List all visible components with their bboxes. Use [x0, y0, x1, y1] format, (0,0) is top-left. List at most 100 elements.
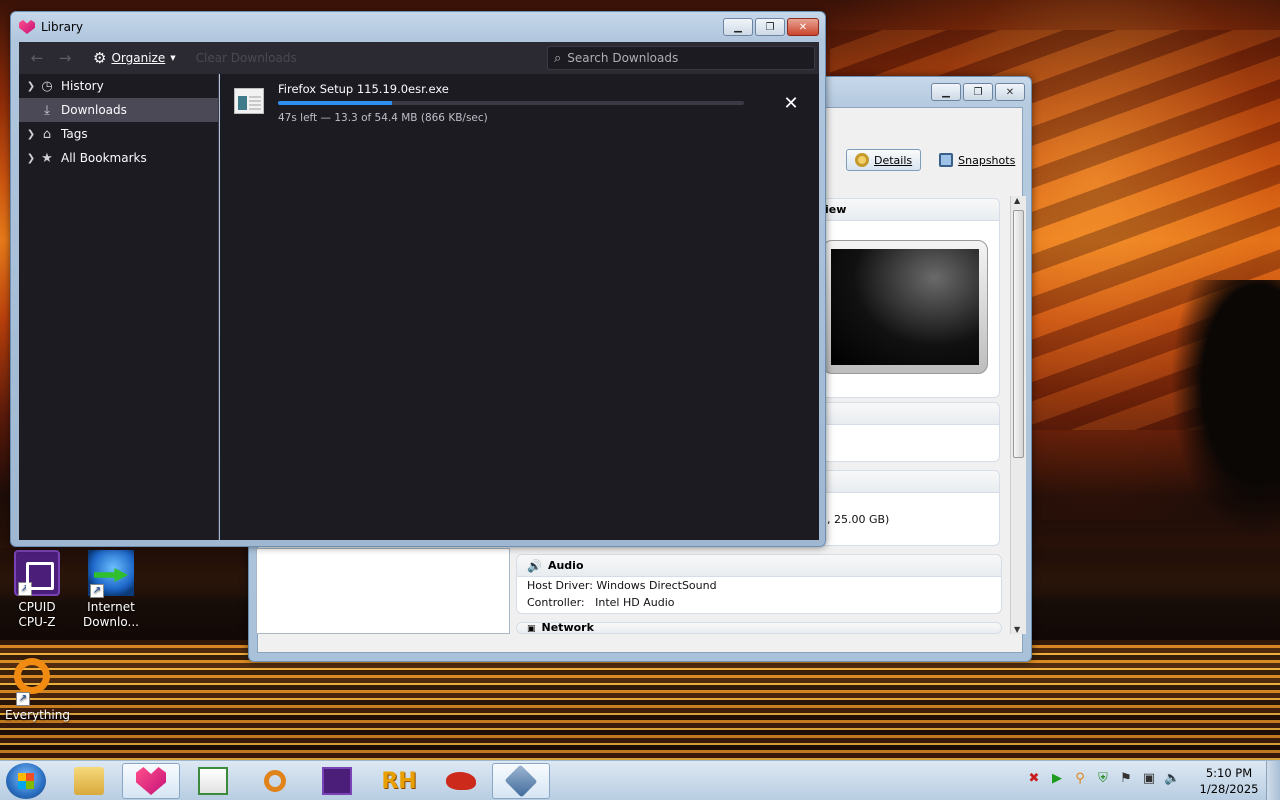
download-filename: Firefox Setup 115.19.0esr.exe: [278, 82, 449, 96]
audio-panel: 🔊 Audio Host Driver: Windows DirectSound…: [516, 554, 1002, 614]
organize-label: Organize: [111, 51, 166, 65]
chevron-right-icon[interactable]: ❯: [23, 153, 39, 164]
downloads-list: Firefox Setup 115.19.0esr.exe 47s left —…: [220, 74, 819, 540]
cancel-download-button[interactable]: ✕: [780, 92, 802, 114]
vm-list-area[interactable]: [256, 548, 510, 634]
magnifier-icon: [264, 770, 286, 792]
sidebar-item-label: History: [61, 79, 104, 93]
sidebar-item-all-bookmarks[interactable]: ❯ ★ All Bookmarks: [19, 146, 218, 170]
everything-icon: ↗: [14, 658, 60, 706]
download-progress-bar: [278, 101, 744, 105]
shortcut-arrow-icon: ↗: [18, 582, 32, 596]
clock-date: 1/28/2025: [1199, 782, 1259, 796]
gear-icon: ⚙: [93, 49, 107, 67]
tray-network-icon[interactable]: ▣: [1141, 771, 1157, 787]
window-title: Library: [41, 20, 83, 34]
snapshots-button[interactable]: Snapshots: [931, 149, 1023, 171]
download-icon: ⤓: [44, 102, 50, 118]
search-icon: ⌕: [554, 50, 562, 66]
window-caption-buttons: ▁ ❐ ✕: [723, 18, 819, 36]
desktop-icon-label: CPUID: [18, 600, 56, 614]
organize-menu-button[interactable]: ⚙ Organize ▼: [89, 46, 180, 70]
exe-file-icon: [234, 88, 264, 114]
library-window[interactable]: Library ▁ ❐ ✕ ← → ⚙ Organize ▼ Clear Dow…: [10, 11, 826, 547]
firefox-icon: [136, 767, 166, 795]
back-arrow-icon[interactable]: ←: [27, 48, 47, 68]
minimize-button[interactable]: ▁: [723, 18, 753, 36]
desktop-icon-label: Downlo...: [83, 615, 139, 629]
taskbar-clock[interactable]: 5:10 PM 1/28/2025: [1194, 765, 1264, 797]
audio-panel-title: Audio: [547, 559, 584, 572]
desktop-icon-label: CPU-Z: [18, 615, 56, 629]
sidebar-item-label: All Bookmarks: [61, 151, 147, 165]
tray-play-icon[interactable]: ▶: [1049, 771, 1065, 787]
chevron-right-icon[interactable]: ❯: [23, 129, 39, 140]
sidebar-item-history[interactable]: ❯ ◷ History: [19, 74, 218, 98]
shortcut-arrow-icon: ↗: [90, 584, 104, 598]
taskbar-virtualbox[interactable]: [492, 763, 550, 799]
tray-shield-icon[interactable]: ⛨: [1095, 771, 1111, 787]
clock-time: 5:10 PM: [1205, 766, 1253, 780]
minimize-button[interactable]: ▁: [931, 83, 961, 101]
close-button[interactable]: ✕: [787, 18, 819, 36]
download-progress-fill: [278, 101, 392, 105]
taskbar: RH ✖ ▶ ⚲ ⛨ ⚑ ▣ 🔈 5:10 PM 1/28/2025: [0, 760, 1280, 800]
sidebar-item-tags[interactable]: ❯ ⌂ Tags: [19, 122, 218, 146]
forward-arrow-icon[interactable]: →: [55, 48, 75, 68]
library-sidebar: ❯ ◷ History ⤓ Downloads ❯ ⌂ Tags ❯ ★ All…: [19, 74, 219, 540]
tray-volume-icon[interactable]: 🔈: [1164, 771, 1180, 787]
desktop-icon-cpuz[interactable]: ↗ CPUID CPU-Z: [5, 550, 69, 630]
details-label: Details: [874, 153, 913, 167]
speaker-icon: 🔊: [527, 558, 542, 573]
taskbar-explorer[interactable]: [60, 763, 118, 799]
taskbar-cpuz[interactable]: [308, 763, 366, 799]
desktop-icon-label: Everything: [5, 708, 70, 722]
shortcut-arrow-icon: ↗: [16, 692, 30, 706]
tray-flag-icon[interactable]: ⚑: [1118, 771, 1134, 787]
taskbar-pepper-app[interactable]: [432, 763, 490, 799]
star-icon: ★: [41, 150, 53, 166]
search-downloads-input[interactable]: ⌕ Search Downloads: [547, 46, 815, 70]
close-button[interactable]: ✕: [995, 83, 1025, 101]
tray-red-x-icon[interactable]: ✖: [1026, 771, 1042, 787]
gear-icon: [855, 153, 869, 167]
scroll-up-icon[interactable]: ▲: [1014, 196, 1020, 205]
desktop-icon-everything[interactable]: ↗ Everything: [5, 654, 70, 723]
taskbar-firefox[interactable]: [122, 763, 180, 799]
clear-downloads-button[interactable]: Clear Downloads: [196, 51, 297, 65]
taskbar-everything[interactable]: [246, 763, 304, 799]
system-tray: ✖ ▶ ⚲ ⛨ ⚑ ▣ 🔈: [1026, 771, 1181, 787]
taskbar-resource-hacker[interactable]: RH: [370, 763, 428, 799]
start-button[interactable]: [6, 763, 46, 799]
library-toolbar: ← → ⚙ Organize ▼ Clear Downloads ⌕ Searc…: [19, 42, 819, 74]
show-desktop-button[interactable]: [1266, 761, 1280, 800]
folder-icon: [74, 767, 104, 795]
vbox-tools-toolbar: Details Snapshots: [846, 149, 1023, 171]
snapshots-label: Snapshots: [958, 153, 1016, 167]
maximize-button[interactable]: ❐: [963, 83, 993, 101]
scroll-down-icon[interactable]: ▼: [1014, 625, 1020, 634]
window-title-bar: Library: [19, 20, 83, 34]
firefox-icon: [19, 20, 35, 34]
download-status: 47s left — 13.3 of 54.4 MB (866 KB/sec): [278, 112, 488, 124]
network-panel: ▣ Network: [516, 622, 1002, 634]
maximize-button[interactable]: ❐: [755, 18, 785, 36]
search-placeholder: Search Downloads: [567, 51, 679, 65]
taskbar-notepadpp[interactable]: [184, 763, 242, 799]
download-item[interactable]: Firefox Setup 115.19.0esr.exe 47s left —…: [220, 74, 819, 132]
cpuz-icon: ↗: [14, 550, 60, 596]
scrollbar-thumb[interactable]: [1013, 210, 1024, 458]
wallpaper-tree: [1170, 280, 1280, 540]
notepad-icon: [198, 767, 228, 795]
sidebar-item-label: Tags: [61, 127, 88, 141]
desktop-icon-internet-download-manager[interactable]: ↗ Internet Downlo...: [79, 550, 143, 630]
tray-search-icon[interactable]: ⚲: [1072, 771, 1088, 787]
tag-icon: ⌂: [42, 126, 52, 142]
chevron-right-icon[interactable]: ❯: [23, 81, 39, 92]
audio-controller-row: Controller: Intel HD Audio: [527, 596, 675, 609]
network-icon: ▣: [527, 624, 536, 634]
sidebar-item-label: Downloads: [61, 103, 127, 117]
details-scrollbar[interactable]: ▲ ▼: [1010, 196, 1026, 634]
details-button[interactable]: Details: [846, 149, 922, 171]
sidebar-item-downloads[interactable]: ⤓ Downloads: [19, 98, 218, 122]
